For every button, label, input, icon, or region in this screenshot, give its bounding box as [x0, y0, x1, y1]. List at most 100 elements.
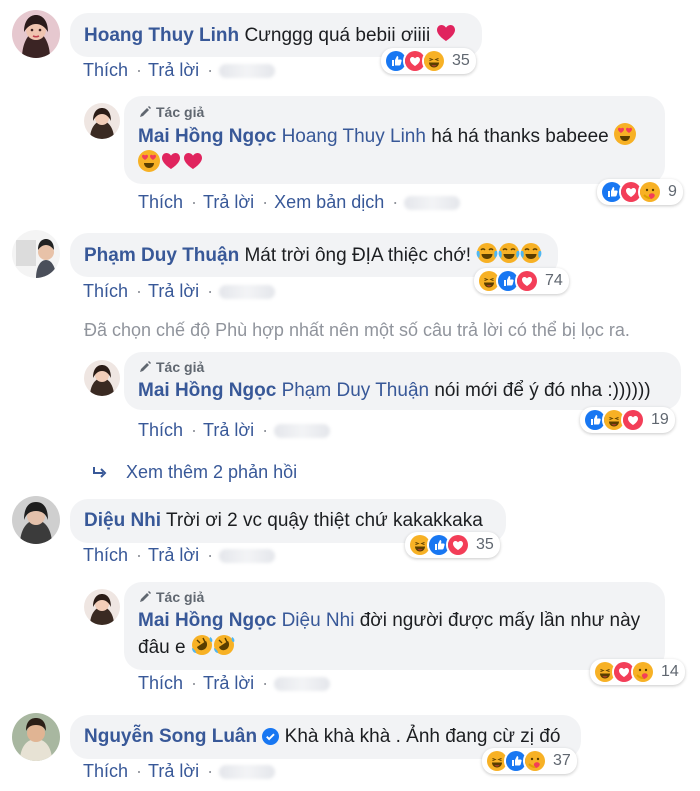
like-link[interactable]: Thích — [83, 761, 128, 782]
separator: · — [262, 673, 269, 693]
reaction-count: 35 — [476, 536, 494, 553]
comment-actions: Thích · Trả lời · — [83, 545, 276, 566]
avatar[interactable] — [12, 10, 60, 58]
more-replies-link[interactable]: Xem thêm 2 phản hồi — [92, 462, 297, 483]
comment-author[interactable]: Hoang Thuy Linh — [84, 25, 239, 46]
reply-link[interactable]: Trả lời — [203, 192, 254, 213]
comment-text: đâu e — [138, 637, 186, 658]
joy-emoji — [476, 242, 499, 264]
reactions-summary[interactable]: 37 — [482, 748, 577, 774]
avatar[interactable] — [84, 589, 120, 625]
haha-reaction-icon — [424, 51, 444, 71]
comment-actions: Thích · Trả lời · — [138, 420, 331, 441]
care-reaction-icon — [640, 182, 660, 202]
author-tag: Tác giả — [138, 104, 651, 120]
comment-author[interactable]: Mai Hồng Ngọc — [138, 380, 276, 401]
author-tag: Tác giả — [138, 359, 667, 375]
reply-link[interactable]: Trả lời — [148, 281, 199, 302]
reply-bubble: Tác giả Mai Hồng Ngọc Diệu Nhi đời người… — [124, 582, 665, 670]
separator: · — [207, 761, 214, 781]
comment-actions: Thích · Trả lời · — [83, 761, 276, 782]
joy-emoji — [498, 242, 521, 264]
comment-actions: Thích · Trả lời · Xem bản dịch · — [138, 192, 461, 213]
reply-link[interactable]: Trả lời — [203, 673, 254, 694]
comment-author[interactable]: Mai Hồng Ngọc — [138, 126, 276, 147]
avatar[interactable] — [12, 713, 60, 761]
more-replies-label[interactable]: Xem thêm 2 phản hồi — [126, 462, 297, 483]
reaction-count: 14 — [661, 663, 679, 680]
reply-bubble: Tác giả Mai Hồng Ngọc Phạm Duy Thuận nói… — [124, 352, 681, 410]
separator: · — [262, 420, 269, 440]
pencil-icon — [140, 591, 151, 602]
reply-link[interactable]: Trả lời — [148, 545, 199, 566]
comment-text: Khà khà khà . Ảnh đang cừ zị đó — [284, 726, 561, 747]
heart-emoji — [437, 25, 456, 41]
pencil-icon — [140, 106, 151, 117]
separator: · — [136, 60, 143, 80]
reaction-count: 9 — [668, 183, 677, 200]
avatar[interactable] — [12, 230, 60, 278]
like-link[interactable]: Thích — [83, 545, 128, 566]
comment-author[interactable]: Diệu Nhi — [84, 510, 161, 531]
like-link[interactable]: Thích — [83, 60, 128, 81]
author-tag: Tác giả — [138, 589, 651, 605]
rofl-emoji — [191, 634, 213, 656]
reply-link[interactable]: Trả lời — [148, 60, 199, 81]
separator: · — [392, 192, 399, 212]
timestamp-blurred[interactable] — [219, 548, 276, 563]
pencil-icon — [140, 361, 151, 372]
comment-text: nói mới để ý đó nha :)))))) — [434, 380, 651, 401]
reply-link[interactable]: Trả lời — [148, 761, 199, 782]
reactions-summary[interactable]: 74 — [474, 268, 569, 294]
separator: · — [262, 192, 269, 212]
avatar[interactable] — [12, 496, 60, 544]
heart-emoji — [184, 153, 202, 169]
reactions-summary[interactable]: 35 — [405, 532, 500, 558]
reaction-count: 74 — [545, 272, 563, 289]
mention-link[interactable]: Hoang Thuy Linh — [282, 126, 426, 147]
comment-author[interactable]: Nguyễn Song Luân — [84, 726, 257, 747]
verified-badge-icon — [262, 728, 280, 745]
reaction-count: 37 — [553, 752, 571, 769]
separator: · — [207, 60, 214, 80]
avatar[interactable] — [84, 360, 120, 396]
translate-link[interactable]: Xem bản dịch — [274, 192, 384, 213]
reaction-count: 35 — [452, 52, 470, 69]
like-link[interactable]: Thích — [138, 420, 183, 441]
comment-text: Mát trời ông ĐỊA thiệc chớ! — [244, 245, 472, 266]
like-link[interactable]: Thích — [83, 281, 128, 302]
timestamp-blurred[interactable] — [219, 63, 276, 78]
like-link[interactable]: Thích — [138, 192, 183, 213]
comment-text: đời người được mấy lần như này — [359, 610, 641, 631]
mention-link[interactable]: Diệu Nhi — [282, 610, 355, 631]
reactions-summary[interactable]: 19 — [580, 407, 675, 433]
reply-link[interactable]: Trả lời — [203, 420, 254, 441]
heart-eyes-emoji — [138, 150, 160, 172]
comment-text: Trời ơi 2 vc quậy thiệt chứ kakakkaka — [166, 510, 483, 531]
rofl-emoji — [213, 634, 235, 656]
reactions-summary[interactable]: 14 — [590, 659, 685, 685]
separator: · — [136, 545, 143, 565]
comment-text: Cưnggg quá bebii ơiiii — [244, 25, 431, 46]
timestamp-blurred[interactable] — [404, 195, 461, 210]
reactions-summary[interactable]: 35 — [381, 48, 476, 74]
avatar[interactable] — [84, 103, 120, 139]
mention-link[interactable]: Phạm Duy Thuận — [282, 380, 430, 401]
comment-author[interactable]: Mai Hồng Ngọc — [138, 610, 276, 631]
love-reaction-icon — [517, 271, 537, 291]
timestamp-blurred[interactable] — [219, 764, 276, 779]
separator: · — [136, 761, 143, 781]
comment-actions: Thích · Trả lời · — [83, 60, 276, 81]
separator: · — [191, 192, 198, 212]
care-reaction-icon — [633, 662, 653, 682]
separator: · — [191, 420, 198, 440]
like-link[interactable]: Thích — [138, 673, 183, 694]
filter-note: Đã chọn chế độ Phù hợp nhất nên một số c… — [84, 320, 630, 340]
comment-author[interactable]: Phạm Duy Thuận — [84, 245, 239, 266]
comment-actions: Thích · Trả lời · — [138, 673, 331, 694]
timestamp-blurred[interactable] — [274, 676, 331, 691]
reactions-summary[interactable]: 9 — [597, 179, 683, 205]
reply-bubble: Tác giả Mai Hồng Ngọc Hoang Thuy Linh há… — [124, 96, 665, 184]
timestamp-blurred[interactable] — [274, 423, 331, 438]
timestamp-blurred[interactable] — [219, 284, 276, 299]
